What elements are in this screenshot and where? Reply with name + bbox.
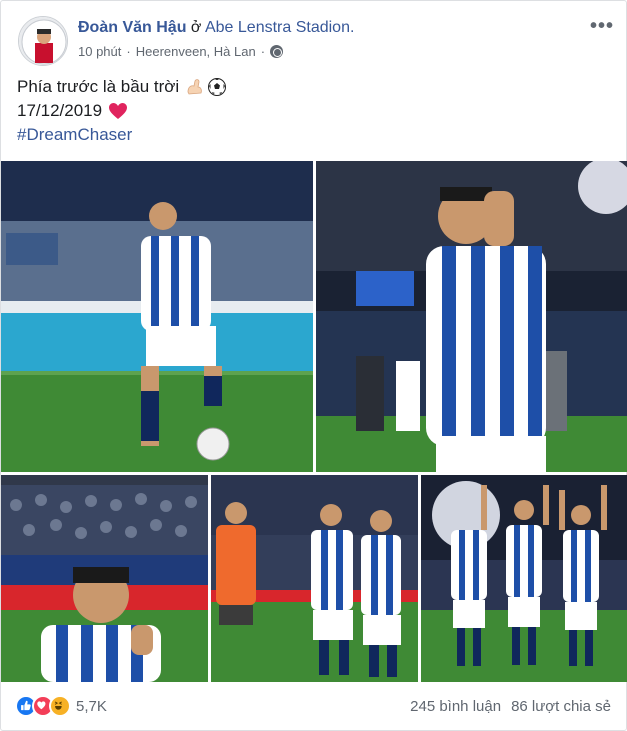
reactions-summary[interactable]: 5,7K	[15, 695, 107, 717]
photo-player-dribbling[interactable]	[1, 161, 313, 472]
engagement-stats: 245 bình luận 86 lượt chia sẻ	[410, 698, 611, 715]
soccer-ball-icon	[208, 78, 227, 96]
comments-count-link[interactable]: 245 bình luận	[410, 698, 501, 715]
haha-icon	[49, 695, 71, 717]
photo-team-celebrating[interactable]	[421, 475, 627, 682]
shares-count-link[interactable]: 86 lượt chia sẻ	[511, 698, 611, 715]
post-date-text: 17/12/2019	[17, 101, 103, 120]
meta-dot: ·	[260, 44, 266, 59]
post-card: Đoàn Văn Hậu ở Abe Lenstra Stadion. 10 p…	[0, 0, 627, 731]
photo-player-clapping[interactable]	[316, 161, 627, 472]
post-meta: 10 phút · Heerenveen, Hà Lan ·	[78, 44, 284, 59]
heart-icon	[109, 103, 128, 119]
location-prefix: ở	[190, 19, 202, 36]
flexed-bicep-icon	[187, 79, 202, 95]
more-options-button[interactable]: •••	[590, 15, 614, 38]
author-name[interactable]: Đoàn Văn Hậu	[78, 19, 186, 36]
hashtag-link[interactable]: #DreamChaser	[17, 123, 132, 147]
globe-icon[interactable]	[270, 45, 284, 58]
post-header-line: Đoàn Văn Hậu ở Abe Lenstra Stadion.	[78, 17, 354, 39]
location-link[interactable]: Abe Lenstra Stadion.	[205, 19, 354, 36]
post-place[interactable]: Heerenveen, Hà Lan	[136, 44, 256, 59]
meta-dot: ·	[126, 44, 131, 59]
post-text-line1: Phía trước là bầu trời	[17, 77, 180, 96]
reaction-count: 5,7K	[76, 697, 107, 715]
photo-selfie-fans[interactable]	[1, 475, 208, 682]
photo-team-holding-hands[interactable]	[211, 475, 418, 682]
avatar[interactable]	[18, 16, 68, 66]
post-time[interactable]: 10 phút	[78, 44, 121, 59]
post-text: Phía trước là bầu trời 17/12/2019 #Dream…	[17, 75, 227, 147]
